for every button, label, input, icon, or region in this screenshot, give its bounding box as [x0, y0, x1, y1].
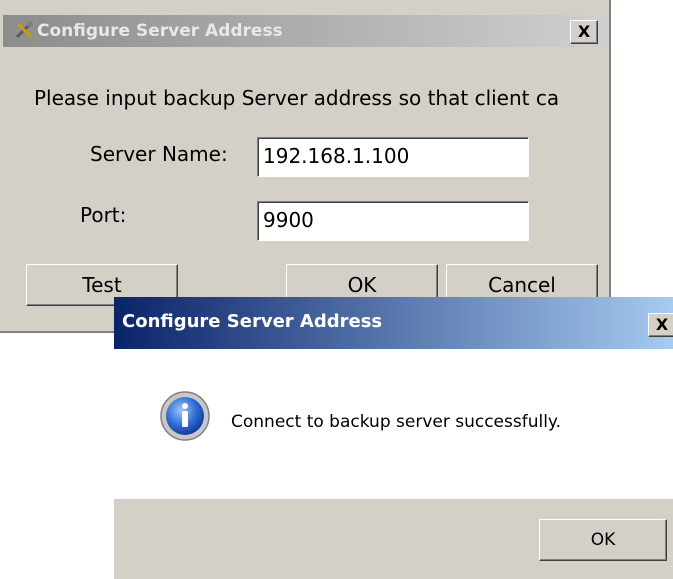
port-label: Port: — [80, 203, 127, 227]
config-close-button[interactable]: X — [570, 20, 598, 44]
message-box-titlebar[interactable]: Configure Server Address X — [114, 297, 673, 349]
message-box: Configure Server Address X Connect to ba… — [114, 297, 673, 579]
server-name-label: Server Name: — [90, 142, 228, 166]
config-dialog-titlebar[interactable]: Configure Server Address X — [3, 15, 609, 47]
info-icon — [160, 391, 210, 441]
instruction-text: Please input backup Server address so th… — [34, 86, 560, 110]
config-dialog-title: Configure Server Address — [37, 21, 283, 41]
server-name-field[interactable]: 192.168.1.100 — [257, 137, 529, 177]
message-text: Connect to backup server successfully. — [231, 412, 561, 432]
message-box-title: Configure Server Address — [122, 311, 383, 332]
port-field[interactable]: 9900 — [257, 201, 529, 241]
message-close-button[interactable]: X — [648, 313, 673, 337]
message-ok-button[interactable]: OK — [539, 519, 667, 561]
config-dialog: Configure Server Address X Please input … — [0, 0, 611, 333]
tools-icon — [15, 21, 33, 39]
